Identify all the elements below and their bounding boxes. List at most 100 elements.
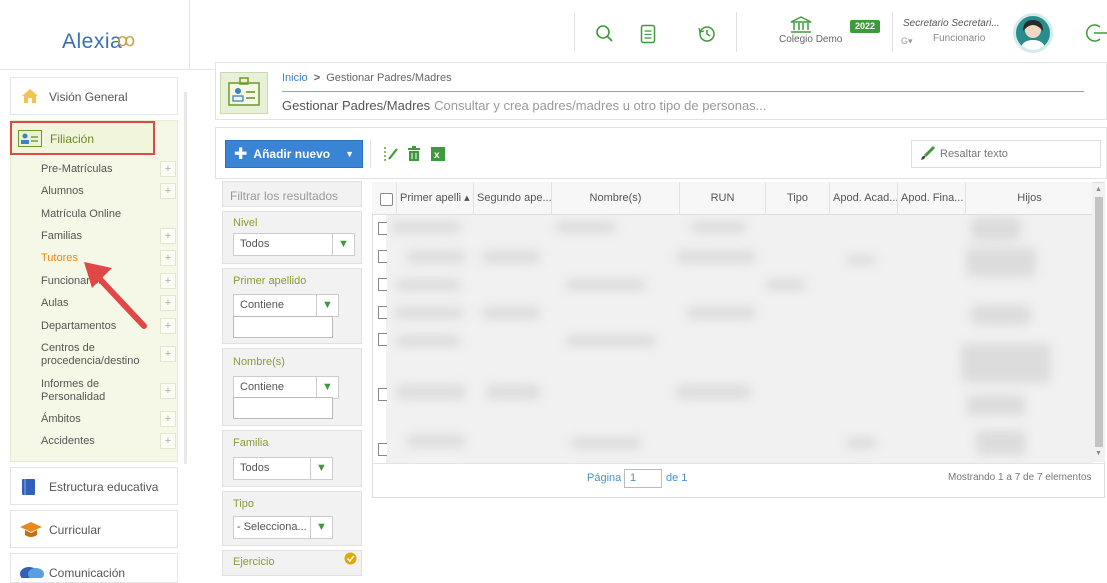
plus-icon[interactable]: + xyxy=(160,411,176,427)
submenu-alumnos[interactable]: Alumnos xyxy=(41,185,84,198)
records-count: Mostrando 1 a 7 de 7 elementos xyxy=(948,472,1092,483)
filter-ejercicio-label: Ejercicio xyxy=(233,556,275,568)
divider xyxy=(370,140,371,168)
book-icon xyxy=(22,479,35,495)
sidebar-item-label: Visión General xyxy=(49,90,128,104)
divider xyxy=(372,463,1105,464)
submenu-familias[interactable]: Familias xyxy=(41,230,82,243)
app-logo[interactable]: Alexia xyxy=(62,30,122,54)
column-run[interactable]: RUN xyxy=(680,182,766,215)
grid-header: Primer apelli ▴ Segundo ape... Nombre(s)… xyxy=(372,182,1093,215)
user-role: Funcionario xyxy=(933,33,986,44)
filter-heading: Filtrar los resultados xyxy=(230,189,339,203)
plus-icon[interactable]: + xyxy=(160,383,176,399)
filter-tipo-select[interactable]: - Selecciona... ▼ xyxy=(233,516,333,539)
check-badge-icon xyxy=(344,552,357,565)
logout-icon[interactable] xyxy=(1085,22,1107,49)
user-name[interactable]: Secretario Secretari... xyxy=(903,18,1000,29)
school-icon[interactable] xyxy=(789,16,813,34)
filter-tipo-label: Tipo xyxy=(233,498,254,510)
grid-scrollbar-thumb[interactable] xyxy=(1095,197,1103,447)
column-segundo-apellido[interactable]: Segundo ape... xyxy=(474,182,552,215)
chevron-down-icon[interactable]: ▼ xyxy=(316,295,338,316)
filter-familia-select[interactable]: Todos ▼ xyxy=(233,457,333,480)
pager-total: de 1 xyxy=(666,472,688,484)
plus-icon[interactable]: + xyxy=(160,228,176,244)
column-apod-acad[interactable]: Apod. Acad... xyxy=(830,182,898,215)
page-title-text: Gestionar Padres/Madres xyxy=(282,98,431,113)
filter-nombre-input[interactable] xyxy=(233,397,333,419)
sidebar-item-estructura-educativa[interactable]: Estructura educativa xyxy=(10,467,178,505)
page-number-input[interactable]: 1 xyxy=(624,469,662,488)
row-checkbox[interactable] xyxy=(378,278,387,291)
plus-icon[interactable]: + xyxy=(160,183,176,199)
divider xyxy=(222,545,362,551)
plus-icon[interactable]: + xyxy=(160,273,176,289)
brush-icon xyxy=(921,145,936,160)
submenu-matricula-online[interactable]: Matrícula Online xyxy=(41,208,121,221)
sidebar-item-curricular[interactable]: Curricular xyxy=(10,510,178,548)
column-hijos[interactable]: Hijos xyxy=(966,182,1093,215)
breadcrumb-home[interactable]: Inicio xyxy=(282,72,308,84)
plus-icon[interactable]: + xyxy=(160,318,176,334)
submenu-ambitos[interactable]: Ámbitos xyxy=(41,413,81,426)
history-icon[interactable] xyxy=(693,18,721,50)
row-checkbox[interactable] xyxy=(378,222,387,235)
plus-icon[interactable]: + xyxy=(160,346,176,362)
user-menu-caret[interactable]: G▾ xyxy=(901,36,913,47)
submenu-centros-procedencia[interactable]: Centros de procedencia/destino xyxy=(41,342,153,368)
filter-nombre-mode-value: Contiene xyxy=(240,381,285,393)
row-checkbox[interactable] xyxy=(378,306,387,319)
row-checkbox[interactable] xyxy=(378,250,387,263)
row-checkbox[interactable] xyxy=(378,388,387,401)
sidebar-item-filiacion[interactable]: Filiación xyxy=(10,121,155,155)
plus-icon[interactable]: + xyxy=(160,250,176,266)
school-name[interactable]: Colegio Demo xyxy=(779,34,842,45)
avatar[interactable] xyxy=(1013,13,1053,53)
excel-export-icon[interactable]: x xyxy=(430,146,448,162)
chevron-down-icon[interactable]: ▼ xyxy=(310,517,332,538)
column-primer-apellido[interactable]: Primer apelli ▴ xyxy=(397,182,474,215)
submenu-aulas[interactable]: Aulas xyxy=(41,297,69,310)
filter-primer-apellido-mode[interactable]: Contiene ▼ xyxy=(233,294,339,317)
column-apod-fina[interactable]: Apod. Fina... xyxy=(898,182,966,215)
add-new-label: Añadir nuevo xyxy=(253,147,331,161)
sidebar-scrollbar[interactable] xyxy=(184,92,187,464)
pager-label: Página xyxy=(587,472,622,484)
edit-icon[interactable] xyxy=(382,146,400,162)
row-checkbox[interactable] xyxy=(378,443,387,456)
page-title: Gestionar Padres/Madres Consultar y crea … xyxy=(282,98,767,113)
divider xyxy=(222,206,362,212)
submenu-accidentes[interactable]: Accidentes xyxy=(41,435,95,448)
scroll-down-icon[interactable]: ▼ xyxy=(1095,450,1102,457)
filter-nivel-select[interactable]: Todos ▼ xyxy=(233,233,355,256)
add-new-button[interactable]: ✚ Añadir nuevo ▼ xyxy=(225,140,363,168)
submenu-informes-personalidad[interactable]: Informes de Personalidad xyxy=(41,378,131,404)
filter-primer-apellido-input[interactable] xyxy=(233,316,333,338)
select-all-checkbox[interactable] xyxy=(380,193,393,206)
filter-nivel-label: Nivel xyxy=(233,217,258,229)
filter-nombre-mode[interactable]: Contiene ▼ xyxy=(233,376,339,399)
trash-icon[interactable] xyxy=(405,146,423,162)
plus-icon[interactable]: + xyxy=(160,161,176,177)
chevron-down-icon[interactable]: ▼ xyxy=(316,377,338,398)
plus-icon[interactable]: + xyxy=(160,295,176,311)
submenu-tutores[interactable]: Tutores xyxy=(41,252,78,265)
row-checkbox[interactable] xyxy=(378,333,387,346)
graduation-cap-icon xyxy=(20,522,42,537)
sidebar-item-vision-general[interactable]: Visión General xyxy=(10,77,178,115)
logo-mark-icon: ꝏ xyxy=(117,30,136,50)
filter-nombre-label: Nombre(s) xyxy=(233,356,285,368)
year-badge[interactable]: 2022 xyxy=(850,20,880,33)
sidebar-item-comunicacion[interactable]: Comunicación xyxy=(10,553,178,583)
submenu-pre-matriculas[interactable]: Pre-Matrículas xyxy=(41,163,113,176)
chevron-down-icon[interactable]: ▼ xyxy=(332,234,354,255)
chevron-down-icon[interactable]: ▼ xyxy=(310,458,332,479)
scroll-up-icon[interactable]: ▲ xyxy=(1095,186,1102,193)
search-icon[interactable] xyxy=(591,18,619,50)
notes-icon[interactable] xyxy=(634,18,662,50)
column-tipo[interactable]: Tipo xyxy=(766,182,830,215)
column-nombres[interactable]: Nombre(s) xyxy=(552,182,680,215)
chevron-down-icon[interactable]: ▼ xyxy=(345,149,354,159)
plus-icon[interactable]: + xyxy=(160,433,176,449)
